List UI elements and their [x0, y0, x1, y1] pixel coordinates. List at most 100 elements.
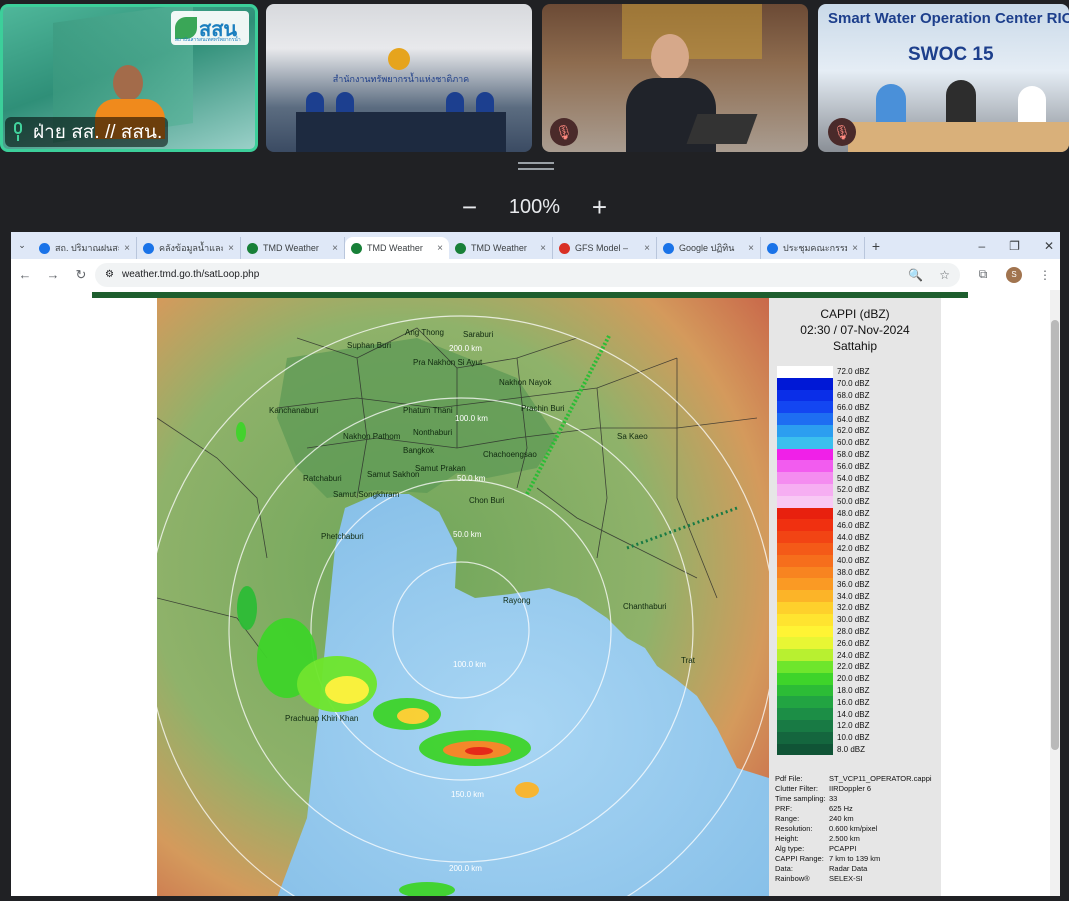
tab-title: GFS Model – [575, 243, 629, 253]
back-button[interactable]: ← [11, 267, 39, 282]
tab-close-button[interactable]: × [124, 243, 130, 254]
site-info-icon[interactable]: ⚙ [105, 269, 114, 280]
map-place-label: Phetchaburi [321, 532, 364, 541]
legend-swatch [777, 531, 833, 543]
zoom-out-button[interactable]: − [450, 192, 490, 223]
zoom-level: 100% [508, 195, 561, 218]
scrollbar-thumb[interactable] [1051, 320, 1059, 750]
participant-tile-3[interactable]: 🎙 [542, 4, 808, 152]
metadata-value: 0.600 km/pixel [829, 824, 878, 833]
legend-scale-label: 68.0 dBZ [837, 390, 870, 400]
radar-map-canvas [157, 298, 769, 896]
legend-scale-label: 10.0 dBZ [837, 733, 870, 743]
mic-muted-icon: 🎙 [828, 118, 856, 146]
map-place-label: Sa Kaeo [617, 432, 648, 441]
legend-scale-row: 36.0 dBZ [777, 578, 937, 591]
legend-swatch [777, 472, 833, 484]
participant-name-chip: ฝ่าย สส. // สสน. [5, 117, 169, 147]
browser-tab[interactable]: TMD Weather × [449, 237, 553, 259]
legend-scale-label: 52.0 dBZ [837, 485, 870, 495]
legend-scale-row: 10.0 dBZ [777, 731, 937, 744]
minimize-button[interactable]: – [978, 239, 985, 253]
range-ring-label: 150.0 km [451, 790, 484, 799]
tab-title: ประชุมคณะกรรม [783, 243, 848, 253]
browser-tab[interactable]: TMD Weather × [241, 237, 345, 259]
legend-scale-label: 32.0 dBZ [837, 603, 870, 613]
metadata-value: 625 Hz [829, 804, 853, 813]
zoom-lens-icon[interactable]: 🔍 [908, 268, 923, 282]
resize-handle[interactable] [518, 162, 554, 172]
legend-scale-label: 38.0 dBZ [837, 567, 870, 577]
legend-scale-row: 22.0 dBZ [777, 660, 937, 673]
legend-scale-label: 48.0 dBZ [837, 508, 870, 518]
legend-scale-row: 50.0 dBZ [777, 495, 937, 508]
participant-tile-2[interactable]: สำนักงานทรัพยากรน้ำแห่งชาติภาค [266, 4, 532, 152]
page-scrollbar[interactable] [1050, 290, 1060, 896]
legend-swatch [777, 625, 833, 638]
browser-tab[interactable]: Google ปฏิทิน × [657, 237, 761, 259]
legend-scale-label: 50.0 dBZ [837, 497, 870, 507]
extensions-icon[interactable]: ⧉ [968, 267, 998, 282]
tab-close-button[interactable]: × [852, 243, 858, 254]
radar-metadata: Pdf File: ST_VCP11_OPERATOR.cappi Clutter … [775, 774, 932, 884]
browser-tab[interactable]: คลังข้อมูลน้ำและ × [137, 237, 241, 259]
participant-tile-1[interactable]: สสน สถาบันสารสนเทศทรัพยากรน้ำ ฝ่าย สส. /… [0, 4, 258, 152]
tab-close-button[interactable]: × [748, 243, 754, 254]
legend-scale-label: 28.0 dBZ [837, 626, 870, 636]
restore-button[interactable]: ❐ [1009, 239, 1020, 253]
menu-kebab-icon[interactable]: ⋮ [1030, 268, 1060, 282]
range-ring-label: 50.0 km [457, 474, 486, 483]
legend-scale-label: 72.0 dBZ [837, 367, 870, 377]
legend-scale-row: 72.0 dBZ [777, 366, 937, 378]
map-place-label: Prachuap Khiri Khan [285, 714, 359, 723]
legend-swatch [777, 696, 833, 709]
range-ring-label: 200.0 km [449, 344, 482, 353]
metadata-key: Alg type: [775, 844, 805, 853]
legend-swatch [777, 613, 833, 626]
tab-title: Google ปฏิทิน [679, 243, 735, 253]
browser-tab[interactable]: ประชุมคณะกรรม × [761, 237, 865, 259]
browser-tab[interactable]: สถ. ปริมาณฝนสะสม × [33, 237, 137, 259]
range-ring-label: 100.0 km [453, 660, 486, 669]
tab-close-button[interactable]: × [228, 243, 234, 254]
new-tab-button[interactable]: + [865, 238, 887, 254]
map-place-label: Samut Sakhon [367, 470, 420, 479]
reload-button[interactable]: ↻ [67, 267, 95, 283]
page-content: Ang Thong Saraburi Suphan Buri Pra Nakhon S… [11, 290, 1060, 896]
profile-avatar[interactable]: S [1006, 266, 1022, 283]
metadata-value: SELEX-SI [829, 874, 863, 883]
participant-tile-4[interactable]: Smart Water Operation Center RIO 15 SWOC… [818, 4, 1069, 152]
legend-swatch [777, 637, 833, 650]
close-window-button[interactable]: ✕ [1044, 239, 1054, 253]
legend-scale-label: 60.0 dBZ [837, 438, 870, 448]
browser-tab[interactable]: TMD Weather × [345, 237, 449, 259]
map-place-label: Prachin Buri [521, 404, 565, 413]
bookmark-star-icon[interactable]: ☆ [939, 268, 950, 282]
legend-scale-row: 66.0 dBZ [777, 401, 937, 414]
tab-close-button[interactable]: × [332, 243, 338, 254]
metadata-key: Pdf File: [775, 774, 803, 783]
map-place-label: Phatum Thani [403, 406, 453, 415]
tab-close-button[interactable]: × [540, 243, 546, 254]
room-sign: สำนักงานทรัพยากรน้ำแห่งชาติภาค [332, 74, 470, 84]
legend-swatch [777, 448, 833, 461]
tab-close-button[interactable]: × [437, 243, 443, 254]
legend-swatch [777, 507, 833, 520]
range-ring-label: 100.0 km [455, 414, 488, 423]
legend-scale-row: 30.0 dBZ [777, 613, 937, 626]
legend-scale-row: 54.0 dBZ [777, 472, 937, 484]
legend-scale-row: 32.0 dBZ [777, 601, 937, 614]
tab-close-button[interactable]: × [644, 243, 650, 254]
legend-scale-label: 18.0 dBZ [837, 685, 870, 695]
zoom-in-button[interactable]: + [580, 192, 620, 223]
browser-tab[interactable]: GFS Model – × [553, 237, 657, 259]
tab-title: TMD Weather [367, 243, 423, 253]
forward-button[interactable]: → [39, 267, 67, 282]
metadata-value: ST_VCP11_OPERATOR.cappi [829, 774, 932, 783]
tab-search-button[interactable]: ⌄ [11, 240, 33, 251]
room-banner-code: SWOC 15 [908, 44, 994, 65]
address-bar[interactable]: ⚙ weather.tmd.go.th/satLoop.php 🔍 ☆ [95, 262, 960, 287]
legend-scale-row: 14.0 dBZ [777, 708, 937, 720]
legend-swatch [777, 366, 833, 378]
range-ring-label: 50.0 km [453, 530, 482, 539]
